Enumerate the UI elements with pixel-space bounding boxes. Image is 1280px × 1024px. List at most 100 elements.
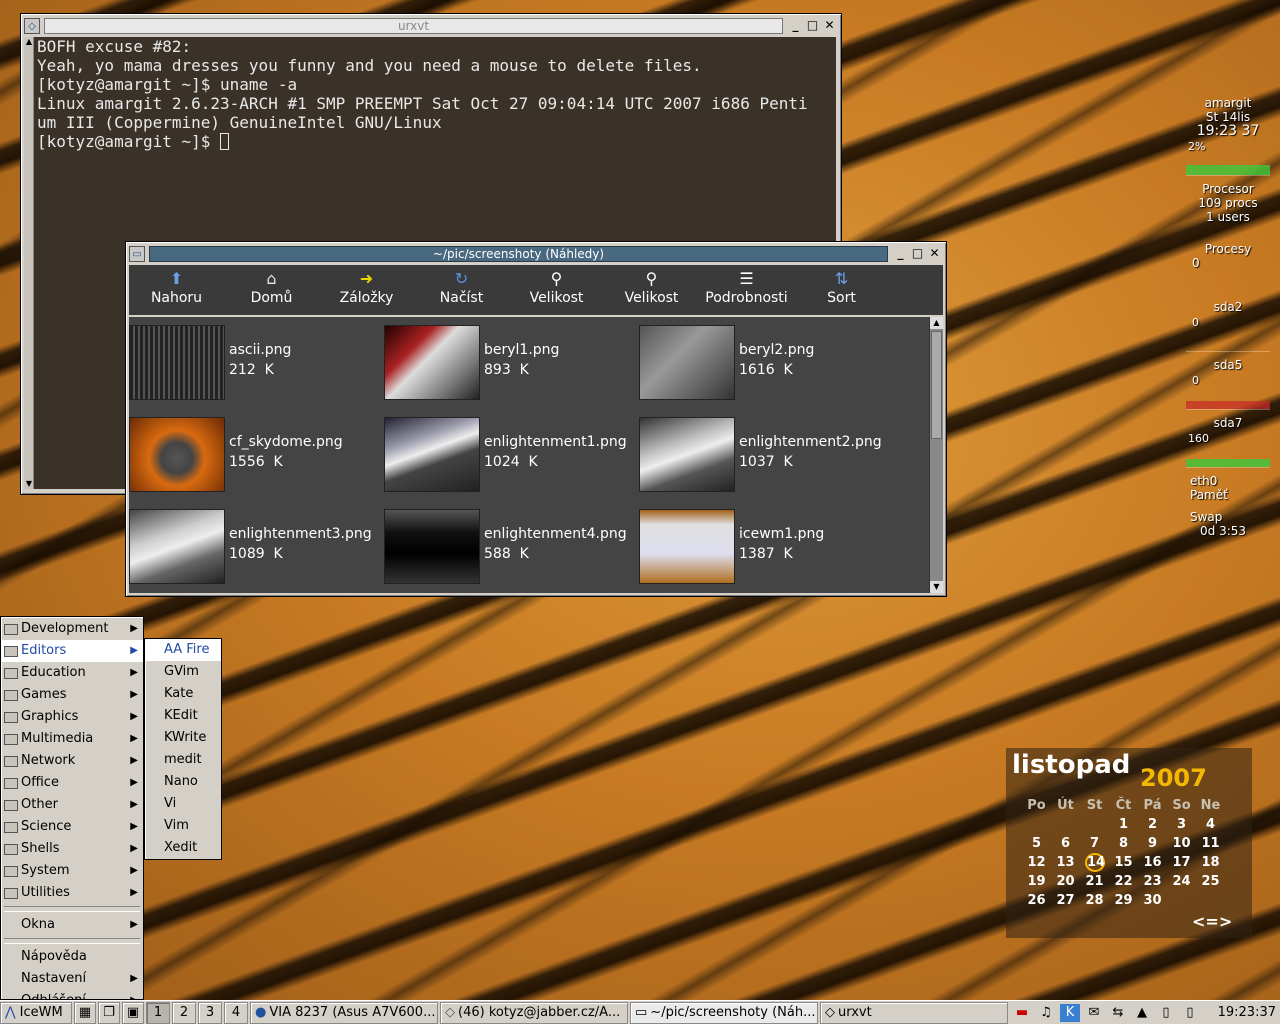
folder-icon [4, 712, 18, 723]
thumbnail-view[interactable]: ascii.png 212 K beryl1.png 893 K beryl2.… [129, 317, 929, 593]
thumbnail [384, 325, 480, 400]
home-button[interactable]: ⌂ Domů [224, 265, 319, 315]
menu-item-utilities[interactable]: Utilities ▶ [1, 882, 143, 904]
window-menu-icon[interactable]: ◇ [24, 18, 40, 34]
file-item[interactable]: ascii.png 212 K [129, 321, 384, 401]
minimize-button[interactable]: _ [892, 246, 909, 262]
details-button[interactable]: ☰ Podrobnosti [699, 265, 794, 315]
file-item[interactable]: enlightenment4.png 588 K [384, 505, 639, 585]
file-item[interactable]: enlightenment3.png 1089 K [129, 505, 384, 585]
show-desktop-button[interactable]: ❐ [98, 1001, 120, 1024]
menu-item-education[interactable]: Education ▶ [1, 662, 143, 684]
submenu-item-nano[interactable]: Nano [145, 771, 221, 793]
file-manager-titlebar[interactable]: ▭ ~/pic/screenshoty (Náhledy) _ □ ✕ [129, 245, 943, 263]
submenu-item-kwrite[interactable]: KWrite [145, 727, 221, 749]
submenu-item-medit[interactable]: medit [145, 749, 221, 771]
clock[interactable]: 19:23:37 [1214, 1005, 1280, 1020]
file-manager-window[interactable]: ▭ ~/pic/screenshoty (Náhledy) _ □ ✕ ⬆ Nah… [125, 241, 947, 597]
submenu-item-kate[interactable]: Kate [145, 683, 221, 705]
calendar-day: 15 [1114, 855, 1133, 870]
up-button[interactable]: ⬆ Nahoru [129, 265, 224, 315]
zoom-in-button[interactable]: ⚲ Velikost [509, 265, 604, 315]
menu-item-editors[interactable]: Editors ▶ [1, 640, 143, 662]
disk-value: 0 [1192, 316, 1199, 329]
submenu-item-vim[interactable]: Vim [145, 815, 221, 837]
terminal-icon: ◇ [825, 1005, 835, 1020]
menu-item-science[interactable]: Science ▶ [1, 816, 143, 838]
submenu-item-kedit[interactable]: KEdit [145, 705, 221, 727]
menu-item-windows[interactable]: Okna ▶ [1, 914, 143, 936]
network-icon[interactable]: ⇆ [1108, 1004, 1128, 1022]
window-menu-icon[interactable]: ▭ [129, 246, 145, 262]
vertical-scrollbar[interactable]: ▲ ▼ [929, 317, 943, 593]
terminal-launcher-button[interactable]: ▣ [122, 1001, 144, 1024]
menu-item-label: Office [21, 775, 59, 790]
keyboard-layout-icon[interactable]: ▬ [1012, 1004, 1032, 1022]
menu-item-network[interactable]: Network ▶ [1, 750, 143, 772]
sort-button[interactable]: ⇅ Sort [794, 265, 889, 315]
terminal-titlebar[interactable]: ◇ urxvt _ □ ✕ [24, 17, 838, 35]
mail-icon[interactable]: ✉ [1084, 1004, 1104, 1022]
scroll-down-icon[interactable]: ▼ [930, 581, 943, 593]
terminal-scrollbar[interactable]: ▲ ▼ [24, 37, 34, 489]
workspace-3-button[interactable]: 3 [198, 1001, 222, 1024]
window-list-button[interactable]: ▦ [74, 1001, 96, 1024]
file-item[interactable]: cf_skydome.png 1556 K [129, 413, 384, 493]
calendar-day: 13 [1056, 855, 1075, 870]
menu-item-office[interactable]: Office ▶ [1, 772, 143, 794]
menu-item-other[interactable]: Other ▶ [1, 794, 143, 816]
menu-item-multimedia[interactable]: Multimedia ▶ [1, 728, 143, 750]
workspace-1-button[interactable]: 1 [146, 1001, 170, 1024]
scroll-down-icon[interactable]: ▼ [24, 479, 34, 489]
disk-label: sda2 [1213, 300, 1243, 314]
scroll-thumb[interactable] [931, 331, 942, 439]
submenu-item-vi[interactable]: Vi [145, 793, 221, 815]
cpu-percent: 2% [1188, 140, 1206, 153]
workspace-2-button[interactable]: 2 [172, 1001, 196, 1024]
submenu-item-gvim[interactable]: GVim [145, 661, 221, 683]
menu-item-games[interactable]: Games ▶ [1, 684, 143, 706]
menu-item-system[interactable]: System ▶ [1, 860, 143, 882]
maximize-button[interactable]: □ [804, 18, 821, 34]
file-item[interactable]: enlightenment2.png 1037 K [639, 413, 894, 493]
calendar-day: 18 [1201, 855, 1220, 870]
menu-item-help[interactable]: Nápověda [1, 946, 143, 968]
task-terminal[interactable]: ◇ urxvt [820, 1001, 1008, 1024]
zoom-out-button[interactable]: ⚲ Velikost [604, 265, 699, 315]
file-item[interactable]: enlightenment1.png 1024 K [384, 413, 639, 493]
kde-icon[interactable]: K [1060, 1003, 1080, 1022]
file-name: icewm1.png [739, 526, 825, 542]
start-button[interactable]: ⋀ IceWM [0, 1001, 72, 1024]
task-file-manager[interactable]: ▭ ~/pic/screenshoty (Náh... [630, 1001, 818, 1024]
calendar-nav-button[interactable]: <=> [1192, 912, 1232, 931]
minimize-button[interactable]: _ [787, 18, 804, 34]
menu-item-graphics[interactable]: Graphics ▶ [1, 706, 143, 728]
bookmarks-button[interactable]: ➜ Záložky [319, 265, 414, 315]
workspace-4-button[interactable]: 4 [224, 1001, 248, 1024]
task-jabber[interactable]: ◇ (46) kotyz@jabber.cz/A... [440, 1001, 628, 1024]
terminal-prompt-line[interactable]: [kotyz@amargit ~]$ [34, 132, 836, 151]
scroll-up-icon[interactable]: ▲ [930, 317, 943, 329]
menu-item-label: Editors [21, 643, 67, 658]
task-browser[interactable]: ● VIA 8237 (Asus A7V600... [250, 1001, 438, 1024]
update-icon[interactable]: ▲ [1132, 1004, 1152, 1022]
submenu-item-aafire[interactable]: AA Fire [145, 639, 221, 661]
file-item[interactable]: icewm1.png 1387 K [639, 505, 894, 585]
submenu-arrow-icon: ▶ [130, 799, 138, 810]
file-item[interactable]: beryl1.png 893 K [384, 321, 639, 401]
sort-icon: ⇅ [834, 269, 849, 288]
maximize-button[interactable]: □ [909, 246, 926, 262]
disk-graph: 0 [1186, 374, 1270, 410]
close-button[interactable]: ✕ [926, 246, 943, 262]
scroll-up-icon[interactable]: ▲ [24, 37, 34, 47]
menu-item-shells[interactable]: Shells ▶ [1, 838, 143, 860]
mixer-icon[interactable]: ♫ [1036, 1004, 1056, 1022]
reload-button[interactable]: ↻ Načíst [414, 265, 509, 315]
file-item[interactable]: beryl2.png 1616 K [639, 321, 894, 401]
submenu-item-xedit[interactable]: Xedit [145, 837, 221, 859]
close-button[interactable]: ✕ [821, 18, 838, 34]
menu-item-development[interactable]: Development ▶ [1, 618, 143, 640]
file-name: cf_skydome.png [229, 434, 343, 450]
menu-item-settings[interactable]: Nastavení ▶ [1, 968, 143, 990]
calendar-year: 2007 [1140, 764, 1207, 792]
